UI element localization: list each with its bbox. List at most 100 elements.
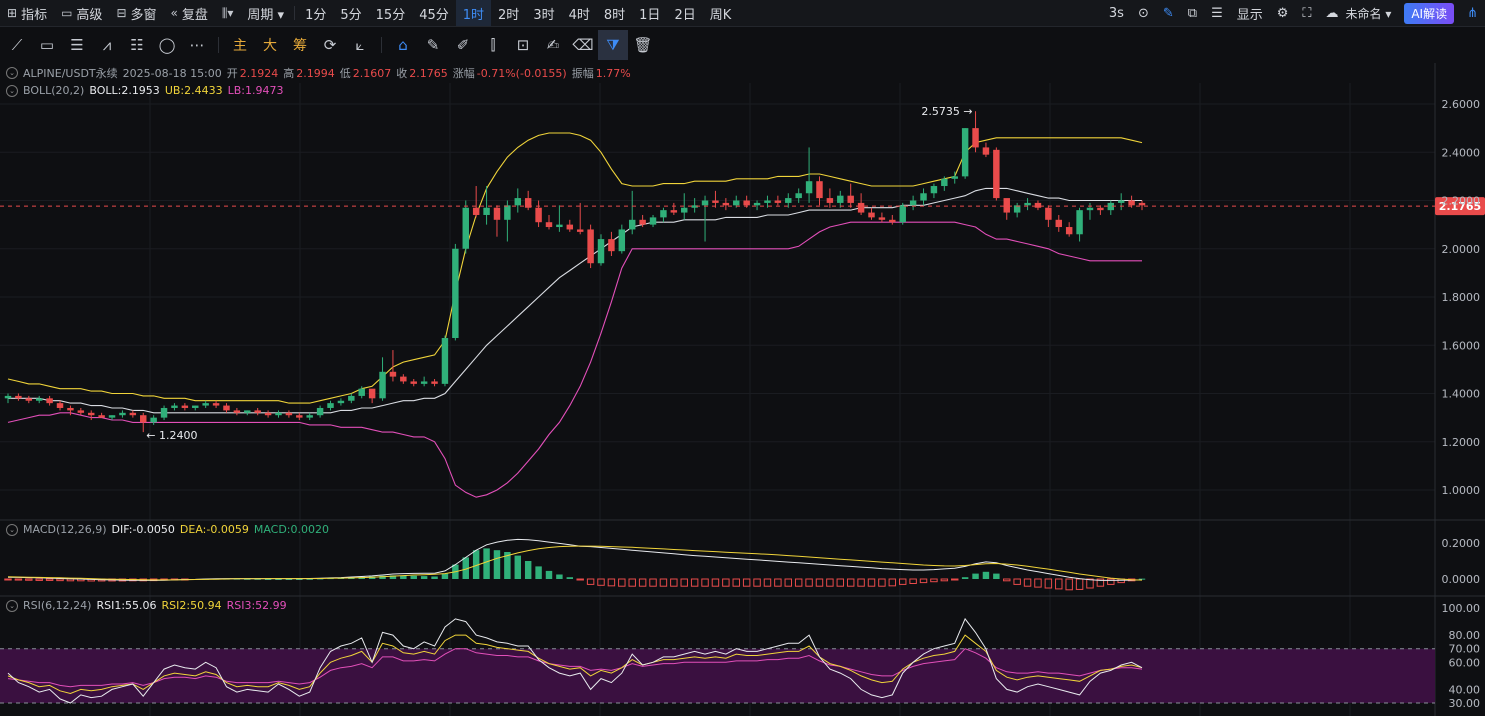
candle-body — [254, 410, 261, 413]
calendar-icon: ▭ — [61, 6, 73, 20]
period-tab-0[interactable]: 1分 — [298, 0, 333, 26]
period-tab-6[interactable]: 3时 — [526, 0, 561, 26]
period-tab-2[interactable]: 15分 — [369, 0, 413, 26]
collapse-icon[interactable]: ⌄ — [6, 67, 18, 79]
candle-body — [868, 212, 875, 218]
toolbar-item-4[interactable]: ⫼▾ — [215, 0, 241, 26]
candle-body — [972, 128, 979, 148]
candle-body — [701, 200, 709, 206]
candle-body — [1128, 200, 1135, 206]
edit-icon[interactable]: ✍ — [538, 30, 568, 60]
display-button[interactable]: 显示 — [1230, 0, 1270, 26]
interval-label[interactable]: 3s — [1102, 0, 1131, 26]
candle-body — [899, 205, 906, 223]
candle-body — [951, 176, 958, 179]
fullscreen-icon[interactable]: ⛶ — [1295, 0, 1318, 26]
candle-body — [816, 181, 823, 199]
candle-body — [56, 403, 64, 408]
period-tab-7[interactable]: 4时 — [562, 0, 597, 26]
ai-read-button[interactable]: AI解读 — [1404, 2, 1455, 24]
chart-background — [0, 63, 1485, 716]
eraser-icon[interactable]: ⌫ — [568, 30, 598, 60]
candle-body — [285, 412, 293, 416]
candle-body — [441, 338, 449, 384]
camera-icon[interactable]: ⊙ — [1131, 0, 1156, 26]
pencil-icon[interactable]: ✎ — [1156, 0, 1181, 26]
main-toggle[interactable]: 主 — [225, 30, 255, 60]
amplitude-value: 1.77% — [595, 66, 631, 80]
candle-body — [202, 403, 209, 406]
rsi2-value: RSI2:50.94 — [161, 599, 222, 612]
period-tab-9[interactable]: 1日 — [632, 0, 667, 26]
fib-icon[interactable]: ☷ — [122, 30, 152, 60]
top-toolbar: ⊞ 指标 ▭ 高级 ⊟ 多窗 «复盘 ⫼▾ 周期 ▾ 1分 5分 15分 45分 1时 2时 3时 4时 8时 1… — [0, 0, 1485, 27]
candle-body — [805, 181, 813, 194]
big-toggle[interactable]: 大 — [255, 30, 285, 60]
toolbar-item-2[interactable]: ⊟ 多窗 — [109, 0, 163, 26]
collapse-icon[interactable]: ⌄ — [6, 523, 18, 536]
ellipse-icon[interactable]: ◯ — [152, 30, 182, 60]
period-tab-1[interactable]: 5分 — [333, 0, 368, 26]
macd-name[interactable]: MACD(12,26,9) — [23, 523, 107, 536]
period-tab-11[interactable]: 周K — [703, 0, 739, 26]
rsi-name[interactable]: RSI(6,12,24) — [23, 599, 91, 612]
macd-hist-bar — [275, 579, 282, 580]
period-tab-3[interactable]: 45分 — [412, 0, 456, 26]
rsi-axis-label: 70.00 — [1449, 643, 1481, 656]
layout-name-dropdown[interactable]: 未命名 ▾ — [1346, 0, 1399, 26]
low-label: 低 — [339, 67, 351, 80]
candle-body — [1003, 198, 1010, 213]
toolbar-divider — [381, 37, 382, 53]
period-tab-10[interactable]: 2日 — [667, 0, 702, 26]
filter-icon[interactable]: ⧩ — [598, 30, 628, 60]
candle-body — [150, 417, 157, 423]
lock-icon[interactable]: ⊡ — [508, 30, 538, 60]
boll-name[interactable]: BOLL(20,2) — [23, 84, 84, 97]
measure-icon[interactable]: ⟀ — [345, 30, 375, 60]
share-icon[interactable]: ⋔ — [1460, 0, 1485, 26]
candle-body — [452, 248, 459, 339]
open-label: 开 — [226, 67, 238, 80]
ruler-icon[interactable]: ✎ — [418, 30, 448, 60]
period-tab-5[interactable]: 2时 — [491, 0, 526, 26]
popout-icon[interactable]: ⧉ — [1181, 0, 1204, 26]
sync-icon[interactable]: ⟳ — [315, 30, 345, 60]
macd-hist-bar — [4, 578, 12, 581]
collapse-icon[interactable]: ⌄ — [6, 599, 18, 612]
candle-body — [712, 200, 719, 203]
more-icon[interactable]: ⋯ — [182, 30, 212, 60]
period-tab-8[interactable]: 8时 — [597, 0, 632, 26]
toolbar-item-5[interactable]: 周期 ▾ — [240, 0, 291, 26]
candle-body — [462, 207, 469, 249]
chart-canvas[interactable]: 2.1765 2.6000 2.4000 2.2000 2.0000 1.8000 1.60… — [0, 63, 1485, 716]
collapse-icon[interactable]: ⌄ — [6, 84, 18, 97]
parallel-lines-icon[interactable]: ☰ — [62, 30, 92, 60]
wave-icon[interactable]: ⩘ — [92, 30, 122, 60]
candle-body — [306, 415, 313, 418]
candle-body — [46, 398, 53, 404]
toolbar-item-0[interactable]: ⊞ 指标 — [0, 0, 54, 26]
candles-icon[interactable]: ⫿ — [478, 30, 508, 60]
candle-body — [1034, 202, 1042, 208]
toolbar-item-label: 高级 — [76, 7, 103, 23]
rectangle-icon[interactable]: ▭ — [32, 30, 62, 60]
bar-time: 2025-08-18 15:00 — [122, 66, 222, 80]
toolbar-item-3[interactable]: «复盘 — [164, 0, 215, 26]
brush-icon[interactable]: ✐ — [448, 30, 478, 60]
settings-icon[interactable]: ⚙ — [1270, 0, 1296, 26]
period-tab-4[interactable]: 1时 — [455, 0, 492, 26]
cloud-icon: ☁ — [1325, 5, 1339, 21]
candle-body — [483, 207, 490, 215]
boll-lb: LB:1.9473 — [227, 84, 284, 97]
trash-icon[interactable]: 🗑 — [628, 30, 658, 60]
candle-body — [264, 412, 272, 416]
candle-body — [358, 388, 365, 396]
candle-body — [368, 388, 376, 399]
toolbar-item-1[interactable]: ▭ 高级 — [54, 0, 109, 26]
candle-body — [587, 229, 594, 264]
magnet-icon[interactable]: ⌂ — [388, 30, 418, 60]
symbol-name[interactable]: ALPINE/USDT永续 — [23, 65, 118, 81]
list-icon[interactable]: ☰ — [1204, 0, 1230, 26]
trendline-icon[interactable]: ⟋ — [2, 30, 32, 60]
chip-toggle[interactable]: 筹 — [285, 30, 315, 60]
